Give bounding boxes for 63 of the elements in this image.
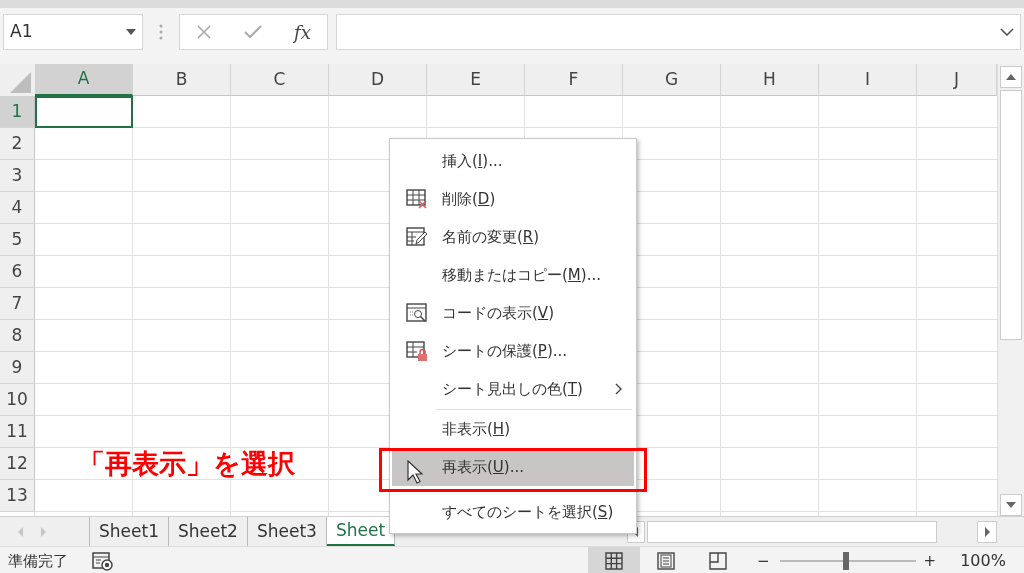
page-icon bbox=[656, 551, 676, 571]
row-header[interactable]: 4 bbox=[0, 192, 35, 224]
column-header[interactable]: J bbox=[917, 64, 997, 96]
row-header[interactable]: 12 bbox=[0, 448, 35, 480]
dropdown-icon[interactable] bbox=[126, 29, 136, 35]
column-header[interactable]: G bbox=[623, 64, 721, 96]
zoom-in-button[interactable]: + bbox=[923, 549, 937, 573]
cell-reference: A1 bbox=[10, 20, 33, 44]
lock-icon bbox=[406, 340, 428, 362]
row-header[interactable]: 11 bbox=[0, 416, 35, 448]
code-view-icon bbox=[406, 302, 428, 324]
normal-view-button[interactable] bbox=[588, 546, 640, 573]
menu-item[interactable]: 削除(D) bbox=[392, 180, 634, 218]
insert-function-button[interactable]: fx bbox=[294, 18, 311, 46]
column-header[interactable]: I bbox=[819, 64, 917, 96]
macro-record-icon[interactable] bbox=[92, 551, 114, 571]
scrollbar-thumb[interactable] bbox=[647, 520, 937, 543]
mouse-pointer-icon bbox=[407, 460, 423, 484]
menu-item[interactable]: シートの保護(P)... bbox=[392, 332, 634, 370]
name-box[interactable]: A1 bbox=[3, 14, 143, 50]
column-header[interactable]: D bbox=[329, 64, 427, 96]
row-header[interactable]: 10 bbox=[0, 384, 35, 416]
formula-input[interactable] bbox=[336, 14, 1021, 50]
column-header[interactable]: A bbox=[35, 64, 133, 96]
scroll-right-icon[interactable] bbox=[977, 520, 997, 543]
scrollbar-thumb[interactable] bbox=[1000, 90, 1022, 340]
scroll-down-icon[interactable] bbox=[1000, 494, 1022, 516]
active-cell[interactable] bbox=[35, 96, 133, 128]
row-header[interactable]: 3 bbox=[0, 160, 35, 192]
column-header[interactable]: C bbox=[231, 64, 329, 96]
zoom-slider-thumb[interactable] bbox=[843, 552, 850, 570]
row-header[interactable]: 2 bbox=[0, 128, 35, 160]
row-header[interactable]: 8 bbox=[0, 320, 35, 352]
zoom-out-button[interactable]: − bbox=[757, 549, 770, 573]
delete-sheet-icon bbox=[406, 188, 428, 210]
menu-item[interactable]: 移動またはコピー(M)... bbox=[392, 256, 634, 294]
menu-item[interactable]: シート見出しの色(T) bbox=[392, 370, 634, 408]
column-header[interactable]: F bbox=[525, 64, 623, 96]
row-header[interactable]: 5 bbox=[0, 224, 35, 256]
status-text: 準備完了 bbox=[8, 550, 68, 572]
annotation-text: 「再表示」を選択 bbox=[78, 450, 295, 478]
sheet-tab[interactable]: Sheet bbox=[326, 517, 396, 546]
row-header[interactable]: 13 bbox=[0, 480, 35, 512]
check-icon[interactable] bbox=[244, 25, 263, 39]
row-header[interactable]: 9 bbox=[0, 352, 35, 384]
expand-icon[interactable] bbox=[1000, 28, 1014, 36]
menu-item[interactable]: 非表示(H) bbox=[392, 410, 634, 448]
row-header[interactable]: 6 bbox=[0, 256, 35, 288]
menu-item[interactable]: 挿入(I)... bbox=[392, 142, 634, 180]
menu-item[interactable]: 名前の変更(R) bbox=[392, 218, 634, 256]
row-header[interactable]: 7 bbox=[0, 288, 35, 320]
column-header[interactable]: H bbox=[721, 64, 819, 96]
zoom-level[interactable]: 100% bbox=[960, 549, 1006, 573]
row-header[interactable]: 1 bbox=[0, 96, 35, 128]
cancel-icon[interactable] bbox=[196, 24, 212, 40]
scroll-up-icon[interactable] bbox=[1000, 66, 1022, 88]
rename-icon bbox=[406, 226, 428, 248]
column-header[interactable]: E bbox=[427, 64, 525, 96]
menu-item[interactable]: コードの表示(V) bbox=[392, 294, 634, 332]
page-break-icon bbox=[708, 551, 728, 571]
grip-icon bbox=[159, 24, 163, 40]
grid-icon bbox=[604, 551, 624, 571]
column-header[interactable]: B bbox=[133, 64, 231, 96]
